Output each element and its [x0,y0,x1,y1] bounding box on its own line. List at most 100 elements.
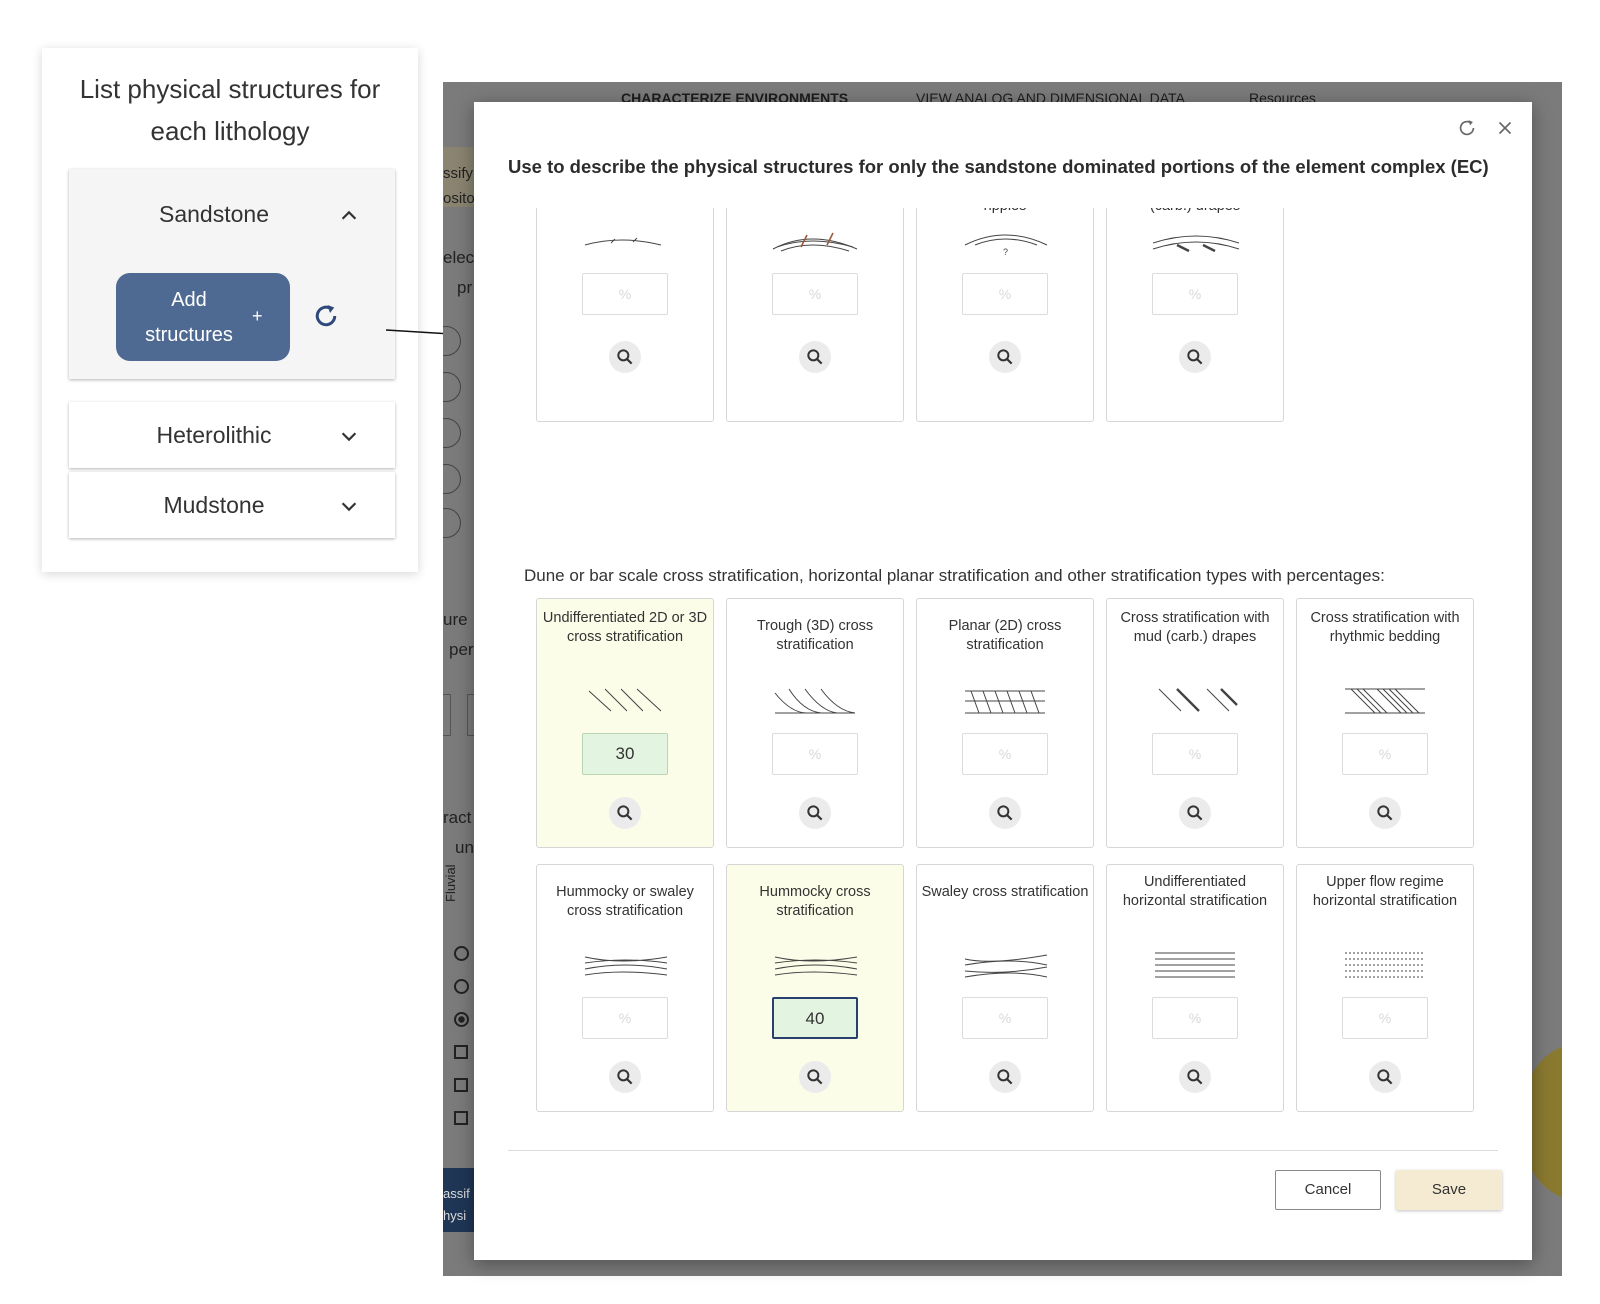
structure-diagram-icon [581,947,671,983]
structures-scroll-area[interactable]: Dune or bar scale cross stratification, … [524,208,1482,1258]
zoom-button[interactable] [1369,1061,1401,1093]
percent-input[interactable]: % [962,997,1048,1039]
zoom-button[interactable] [1179,797,1211,829]
percent-input[interactable]: % [1152,273,1238,315]
structure-card[interactable]: Cross stratification with rhythmic beddi… [1296,598,1474,848]
zoom-button[interactable] [1179,341,1211,373]
percent-input[interactable]: % [1342,733,1428,775]
background-text: assif [443,1186,470,1201]
structure-card[interactable]: wave or combined flow ripples?% [916,208,1094,422]
structure-diagram-icon [771,947,861,983]
zoom-button[interactable] [989,797,1021,829]
background-text: Fluvial [443,864,458,902]
structure-diagram-icon [1341,947,1431,983]
dialog-title: Use to describe the physical structures … [508,156,1489,177]
save-button[interactable]: Save [1396,1170,1502,1210]
zoom-button[interactable] [609,1061,641,1093]
background-input [443,694,451,736]
zoom-button[interactable] [799,797,831,829]
structure-card-label: Cross stratification with mud (carb.) dr… [1120,610,1270,645]
background-text: ssify [443,165,473,182]
zoom-button[interactable] [989,1061,1021,1093]
structure-card-label: Cross stratification with rhythmic beddi… [1310,610,1460,645]
accordion-heterolithic[interactable]: Heterolithic [69,402,395,468]
cancel-button[interactable]: Cancel [1275,1170,1381,1210]
background-radio [454,979,469,994]
background-checkbox [454,1078,468,1092]
percent-input[interactable]: % [772,733,858,775]
background-circle [443,464,461,494]
percent-input[interactable]: % [582,273,668,315]
zoom-button[interactable] [609,341,641,373]
percent-input[interactable]: 40 [772,997,858,1039]
accordion-label-mudstone: Mudstone [163,492,265,518]
structure-diagram-icon [1151,947,1241,983]
accordion-label-sandstone: Sandstone [159,201,269,227]
refresh-icon[interactable] [1456,117,1478,139]
structure-diagram-icon [1151,223,1241,259]
structure-card[interactable]: Undifferentiated horizontal stratificati… [1106,864,1284,1112]
structure-diagram-icon [961,683,1051,719]
structure-card-label: wave or combined flow ripples [921,208,1089,216]
structure-card-label: Hummocky cross stratification [759,884,871,919]
chevron-down-icon[interactable] [338,495,360,517]
structure-diagram-icon [771,223,861,259]
background-text: per [449,640,474,659]
chevron-down-icon[interactable] [338,425,360,447]
percent-input[interactable]: % [962,733,1048,775]
structures-dialog: Use to describe the physical structures … [474,102,1532,1260]
accordion-label-heterolithic: Heterolithic [156,422,272,448]
close-icon[interactable] [1494,117,1516,139]
structure-diagram-icon [961,947,1051,983]
zoom-button[interactable] [1369,797,1401,829]
structure-card[interactable]: Hummocky or swaley cross stratification% [536,864,714,1112]
structure-card-label: Hummocky or swaley cross stratification [556,884,694,919]
structure-card[interactable]: Hummocky cross stratification 40 [726,864,904,1112]
structure-card[interactable]: flow ripples with mud (carb.) drapes% [1106,208,1284,422]
percent-input[interactable]: % [582,997,668,1039]
background-radio [454,1012,469,1027]
percent-input[interactable]: % [962,273,1048,315]
zoom-button[interactable] [989,341,1021,373]
structure-card[interactable]: Planar (2D) cross stratification% [916,598,1094,848]
structure-diagram-icon [581,223,671,259]
structure-card[interactable]: Swaley cross stratification% [916,864,1094,1112]
structure-diagram-icon: ? [961,223,1051,259]
section-caption: Dune or bar scale cross stratification, … [524,566,1385,585]
percent-input[interactable]: % [1152,733,1238,775]
structure-card[interactable]: Cross stratification with mud (carb.) dr… [1106,598,1284,848]
percent-input[interactable]: 30 [582,733,668,775]
zoom-button[interactable] [799,1061,831,1093]
background-text: ure [443,610,468,629]
background-checkbox [454,1111,468,1125]
svg-text:?: ? [1003,247,1008,257]
structure-card-label: Undifferentiated horizontal stratificati… [1122,874,1268,909]
panel-title: List physical structures for each lithol… [79,74,381,146]
structure-diagram-icon [581,683,671,719]
chevron-up-icon[interactable] [338,205,360,227]
background-text: osito [443,190,475,207]
percent-input[interactable]: % [1152,997,1238,1039]
percent-input[interactable]: % [772,273,858,315]
zoom-button[interactable] [799,341,831,373]
add-structures-button[interactable]: Add structures + [116,273,290,361]
structure-card-label: Upper flow regime horizontal stratificat… [1312,874,1458,909]
zoom-button[interactable] [609,797,641,829]
structure-card[interactable]: flow ripples% [536,208,714,422]
structure-card[interactable]: Upper flow regime horizontal stratificat… [1296,864,1474,1112]
structure-card[interactable]: Trough (3D) cross stratification% [726,598,904,848]
background-text: un [455,838,474,857]
structure-card[interactable]: Undifferentiated 2D or 3D cross stratifi… [536,598,714,848]
structure-card[interactable]: flow ripples% [726,208,904,422]
accordion-sandstone[interactable]: Sandstone Add structures + [69,169,395,379]
percent-input[interactable]: % [1342,997,1428,1039]
structure-card-label: flow ripples with mud (carb.) drapes [1111,208,1279,216]
structure-card-label: Swaley cross stratification [921,884,1089,900]
background-circle [443,372,461,402]
background-checkbox [454,1045,468,1059]
zoom-button[interactable] [1179,1061,1211,1093]
background-text: ract [443,808,472,827]
refresh-icon[interactable] [311,301,341,331]
accordion-mudstone[interactable]: Mudstone [69,472,395,538]
structure-diagram-icon [1341,683,1431,719]
